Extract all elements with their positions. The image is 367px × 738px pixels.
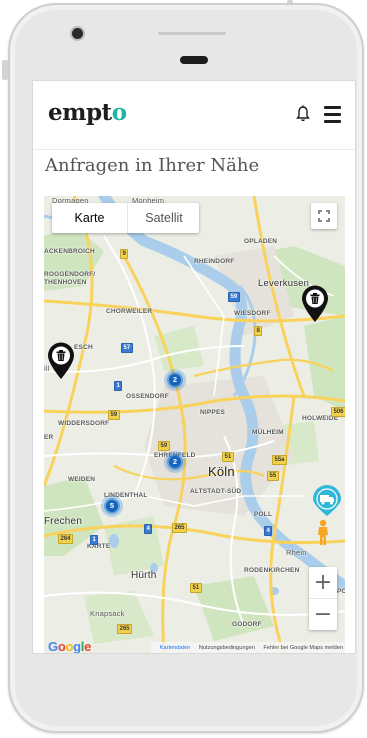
road-shield: 59 [158,441,170,451]
road-shield: 51 [222,452,234,462]
logo-text: empt [48,99,112,126]
road-shield: 1 [90,535,99,545]
place-knapsack: Knapsack [90,609,125,618]
map-type-satellite-button[interactable]: Satellit [127,203,200,233]
place-rhein: Rhein [286,548,307,557]
place-mulheim: MÜLHEIM [252,429,284,436]
place-nippes: NIPPES [200,409,226,416]
place-esch: ESCH [74,344,93,351]
place-thenhoven: THENHOVEN [44,279,87,286]
road-shield: 51 [190,583,202,593]
place-frechen: Frechen [44,516,83,527]
phone-speaker [180,56,208,64]
trash-bin-icon [302,285,328,322]
road-shield: 4 [144,524,153,534]
place-chorweiler: CHORWEILER [106,308,153,315]
street-view-pegman-icon[interactable] [316,519,330,546]
road-shield: 1 [114,381,123,391]
cluster-count: 5 [109,501,115,510]
place-er: ER [44,434,54,441]
place-wiesdorf: WIESDORF [234,310,271,317]
place-rodenkirchen: RODENKIRCHEN [244,567,300,574]
place-weiden: WEIDEN [68,476,96,483]
phone-top-button [287,0,293,4]
place-koln: Köln [208,464,235,479]
fullscreen-icon[interactable] [311,203,337,229]
phone-sensor-line [158,32,226,35]
trash-bin-icon [48,342,74,379]
road-shield: 59 [108,410,120,420]
road-shield: 59 [228,292,240,302]
map-type-map-button[interactable]: Karte [52,203,127,233]
road-shield: 4 [264,526,273,536]
bell-icon[interactable] [295,104,311,124]
trash-bin-pin[interactable] [47,342,75,385]
road-shield: 57 [121,343,133,353]
road-shield: 506 [331,407,345,417]
road-shield: 55a [272,455,288,465]
map-data-link[interactable]: Kartendaten [160,645,190,651]
truck-icon [313,485,341,516]
map-type-control: Karte Satellit [52,203,199,233]
report-error-link[interactable]: Fehler bei Google Maps melden [263,645,343,651]
place-godorf: GODORF [232,621,262,628]
app-header: empto [33,81,355,150]
road-shield: 265 [172,523,188,533]
cluster-count: 2 [172,457,178,466]
map-footer-links: Kartendaten Nutzungsbedingungen Fehler b… [150,642,345,653]
trash-bin-pin[interactable] [301,285,329,328]
place-po: PO [337,588,345,595]
place-ossendorf: OSSENDORF [126,393,169,400]
phone-side-button [2,60,8,80]
map-cluster[interactable]: 5 [101,495,123,517]
place-altstadt: ALTSTADT-SÜD [190,488,242,495]
page-title: Anfragen in Ihrer Nähe [45,155,260,176]
map-cluster[interactable]: 2 [164,369,186,391]
place-opladen: OPLADEN [244,238,278,245]
road-shield: 265 [117,624,133,634]
zoom-out-button[interactable]: − [309,599,337,630]
road-shield: 264 [58,534,74,544]
google-logo: Google [48,639,92,654]
truck-pin[interactable] [312,485,342,522]
hamburger-menu-icon[interactable] [324,106,341,123]
map-footer: Google Kartendaten Nutzungsbedingungen F… [44,639,345,654]
place-hurth: Hürth [131,570,157,581]
place-widdersdorf: WIDDERSDORF [58,420,110,427]
road-shield: 55 [267,471,279,481]
logo-accent-letter: o [111,99,127,126]
zoom-control: + − [309,567,337,630]
app-screen: empto Anfragen in Ihrer Nähe Dormagen Mo… [32,80,356,654]
app-logo[interactable]: empto [48,99,127,126]
front-camera [72,28,83,39]
terms-link[interactable]: Nutzungsbedingungen [199,645,255,651]
place-ackenbroich: ACKENBROICH [44,248,95,255]
map-cluster[interactable]: 2 [164,451,186,473]
place-rheindorf: RHEINDORF [194,258,235,265]
road-shield: 8 [254,326,263,336]
road-shield: 9 [120,249,129,259]
cluster-count: 2 [172,375,178,384]
map-container[interactable]: Dormagen Monheim OPLADEN RHEINDORF Lever… [44,196,345,654]
zoom-in-button[interactable]: + [309,567,337,599]
place-poll: POLL [254,511,273,518]
place-roggendorf: ROGGENDORF/ [44,271,96,278]
